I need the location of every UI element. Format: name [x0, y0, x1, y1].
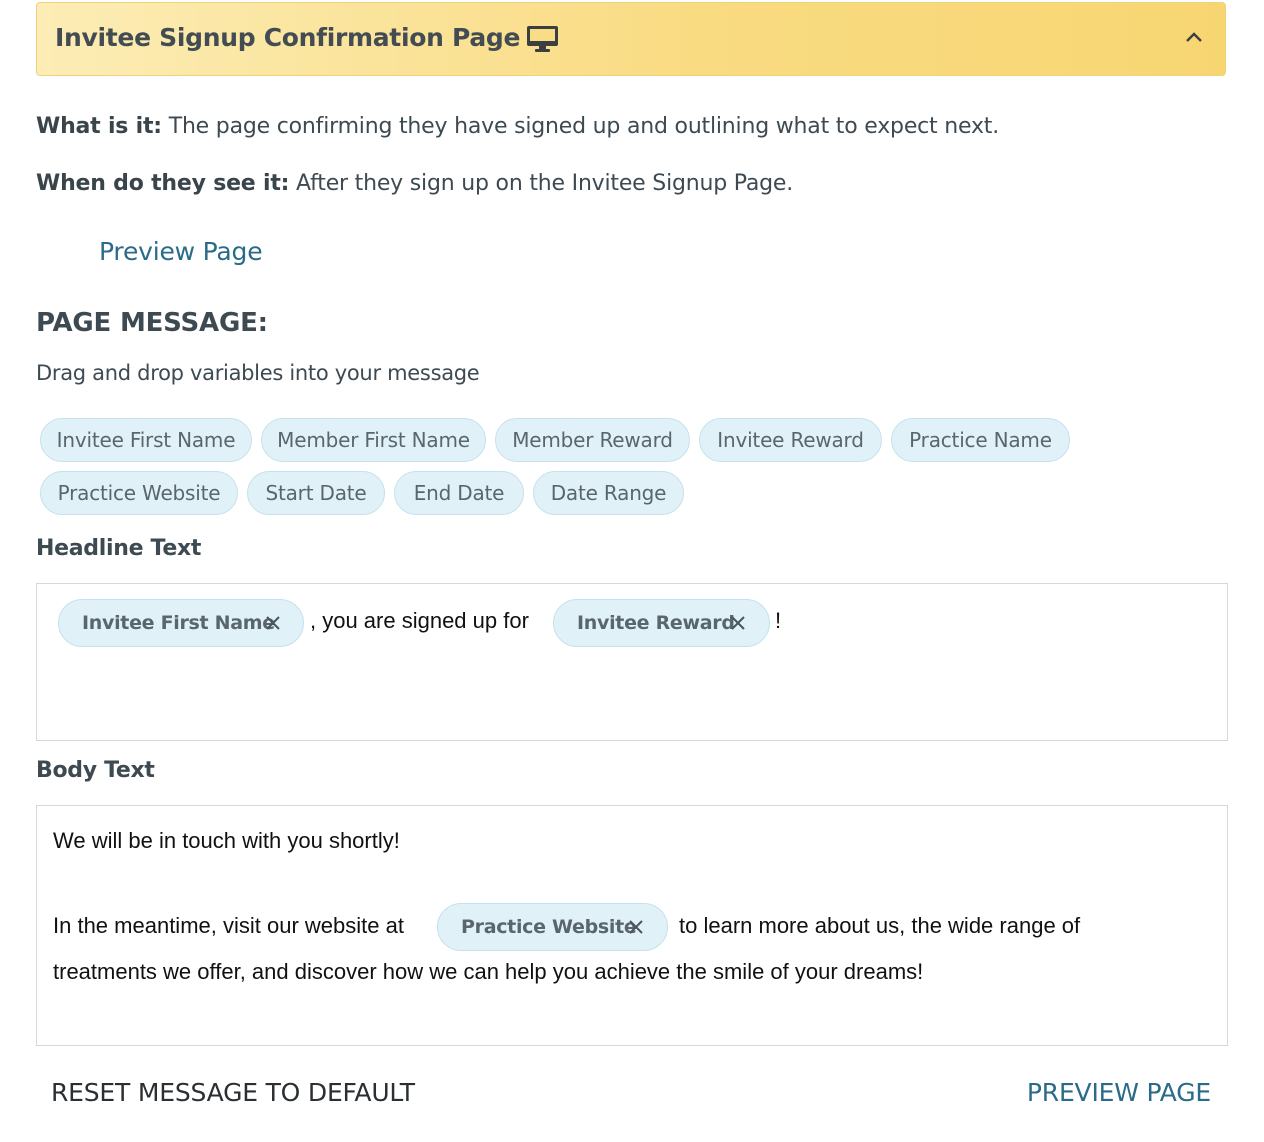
body-text-label: Body Text	[36, 758, 155, 783]
token-label: Invitee First Name	[82, 612, 275, 634]
headline-text-segment: , you are signed up for	[310, 608, 529, 633]
variable-chip-start-date[interactable]: Start Date	[247, 471, 385, 515]
variable-chip-member-first-name[interactable]: Member First Name	[261, 418, 486, 462]
desktop-monitor-icon	[526, 24, 560, 54]
chevron-up-icon[interactable]	[1183, 29, 1205, 45]
close-icon[interactable]	[264, 614, 282, 632]
when-do-they-see-it-text: After they sign up on the Invitee Signup…	[289, 171, 794, 196]
headline-token-invitee-first-name[interactable]: Invitee First Name	[58, 599, 304, 647]
what-is-it-label: What is it:	[36, 114, 162, 139]
variable-chip-practice-website[interactable]: Practice Website	[40, 471, 238, 515]
headline-text-segment: !	[775, 608, 782, 633]
page-message-instructions: Drag and drop variables into your messag…	[36, 361, 480, 385]
close-icon[interactable]	[729, 614, 747, 632]
variable-chip-end-date[interactable]: End Date	[394, 471, 524, 515]
what-is-it-text: The page confirming they have signed up …	[161, 114, 1000, 139]
headline-text-label: Headline Text	[36, 536, 202, 561]
section-header[interactable]: Invitee Signup Confirmation Page	[36, 2, 1226, 76]
preview-page-link[interactable]: Preview Page	[99, 237, 263, 266]
close-icon[interactable]	[627, 918, 645, 936]
headline-token-invitee-reward[interactable]: Invitee Reward	[553, 599, 770, 647]
variable-chip-invitee-reward[interactable]: Invitee Reward	[699, 418, 882, 462]
what-is-it-line: What is it: The page confirming they hav…	[36, 114, 999, 139]
token-label: Practice Website	[461, 916, 637, 938]
when-do-they-see-it-line: When do they see it: After they sign up …	[36, 171, 793, 196]
body-token-practice-website[interactable]: Practice Website	[437, 903, 668, 951]
variable-chip-date-range[interactable]: Date Range	[533, 471, 684, 515]
variable-chip-practice-name[interactable]: Practice Name	[891, 418, 1070, 462]
body-text-line: treatments we offer, and discover how we…	[53, 959, 924, 984]
when-do-they-see-it-label: When do they see it:	[36, 171, 290, 196]
body-text-editor[interactable]: We will be in touch with you shortly! In…	[36, 805, 1228, 1046]
variable-chip-invitee-first-name[interactable]: Invitee First Name	[40, 418, 252, 462]
body-text-segment: In the meantime, visit our website at	[53, 913, 404, 938]
token-label: Invitee Reward	[577, 612, 735, 634]
preview-page-button[interactable]: PREVIEW PAGE	[1027, 1078, 1211, 1107]
reset-message-button[interactable]: RESET MESSAGE TO DEFAULT	[51, 1078, 415, 1107]
page-message-title: PAGE MESSAGE:	[36, 308, 268, 338]
page-title: Invitee Signup Confirmation Page	[55, 23, 521, 52]
body-text-line: We will be in touch with you shortly!	[53, 828, 400, 853]
headline-text-editor[interactable]: Invitee First Name , you are signed up f…	[36, 583, 1228, 741]
variable-chip-member-reward[interactable]: Member Reward	[495, 418, 690, 462]
body-text-segment: to learn more about us, the wide range o…	[679, 913, 1081, 938]
